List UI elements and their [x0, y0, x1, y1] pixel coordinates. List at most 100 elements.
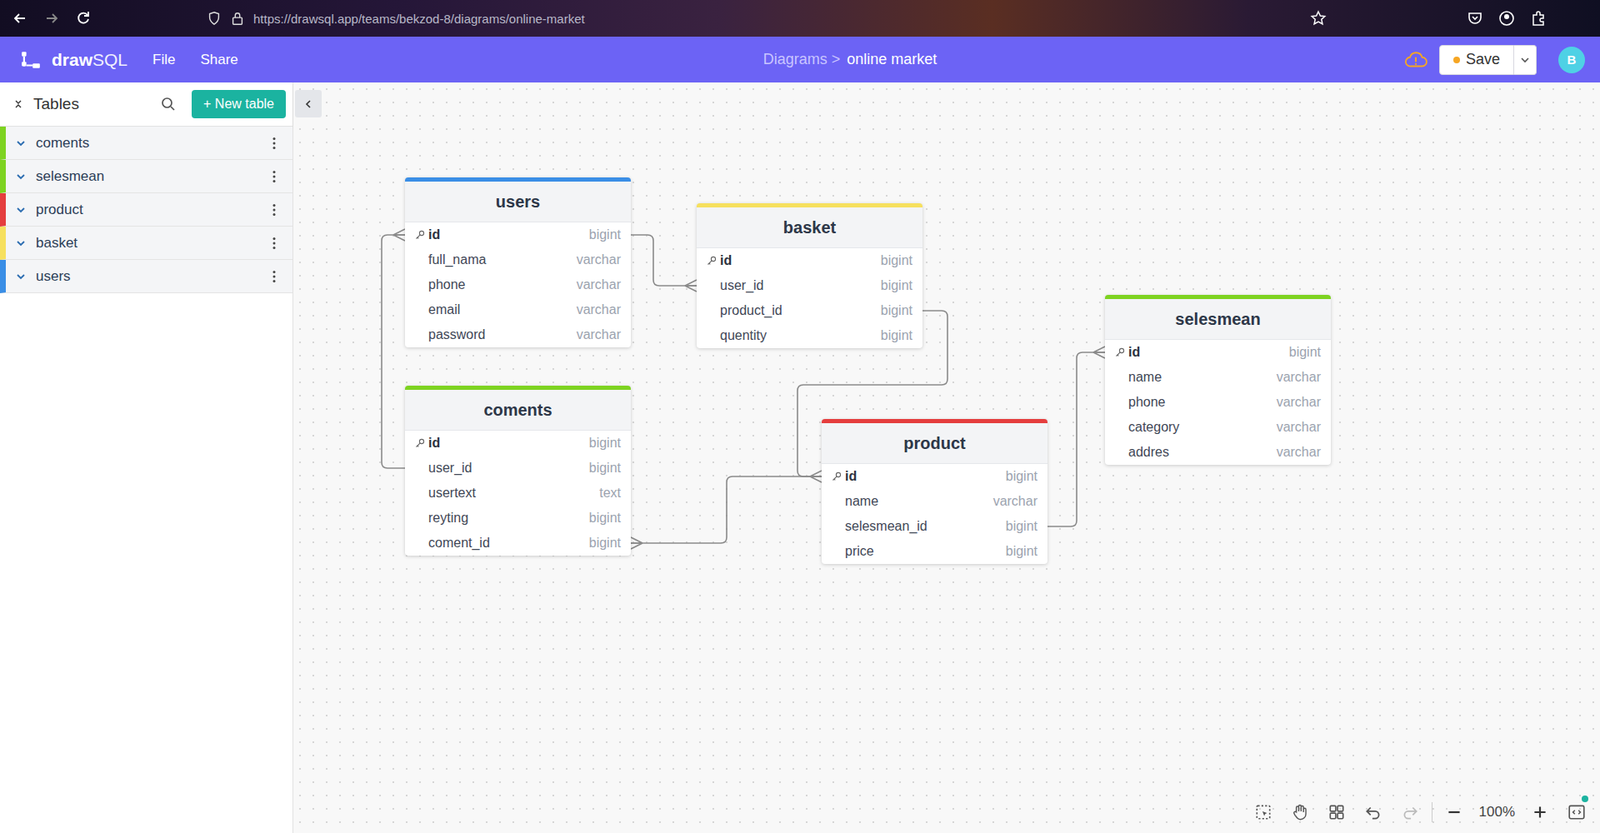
sidebar-table-item[interactable]: users [0, 260, 293, 294]
relation-line[interactable] [630, 476, 822, 550]
arrange-button[interactable] [1321, 797, 1352, 828]
table-node[interactable]: product id bigint name varchar selesmean… [821, 419, 1048, 565]
sidebar-table-name[interactable]: product [35, 201, 273, 219]
address-bar[interactable]: https://drawsql.app/teams/bekzod-8/diagr… [206, 10, 1295, 26]
relation-line[interactable] [1047, 346, 1105, 527]
column-row[interactable]: phone varchar [405, 272, 631, 298]
pan-tool-button[interactable] [1285, 797, 1315, 828]
column-type: bigint [589, 460, 621, 476]
relation-line[interactable] [630, 235, 697, 292]
table-node-header[interactable]: coments [405, 390, 631, 431]
code-view-button[interactable] [1561, 797, 1592, 828]
column-row[interactable]: id bigint [405, 222, 631, 248]
column-name: email [428, 302, 460, 318]
menu-item[interactable]: Share [200, 51, 238, 69]
sidebar-table-name[interactable]: selesmean [35, 168, 273, 185]
column-row[interactable]: addres varchar [1105, 440, 1331, 465]
table-node-header[interactable]: selesmean [1105, 299, 1331, 340]
chevron-down-icon[interactable] [15, 138, 26, 149]
new-table-button[interactable]: + New table [191, 90, 286, 119]
menu-item[interactable]: File [152, 51, 175, 69]
plus-icon [1530, 803, 1550, 822]
column-row[interactable]: email varchar [405, 297, 631, 323]
column-name: id [845, 469, 857, 485]
sidebar-table-item[interactable]: coments [0, 126, 293, 160]
more-options-icon[interactable] [272, 236, 276, 250]
table-node[interactable]: selesmean id bigint name varchar phone v… [1105, 295, 1331, 465]
table-node-header[interactable]: product [821, 423, 1048, 465]
column-row[interactable]: selesmean_id bigint [821, 514, 1048, 540]
sidebar-table-item[interactable]: selesmean [0, 160, 293, 194]
diagram-canvas[interactable]: users id bigint full_nama varchar phone … [293, 82, 1600, 833]
more-options-icon[interactable] [272, 203, 276, 217]
column-row[interactable]: id bigint [1105, 340, 1331, 365]
more-options-icon[interactable] [272, 170, 276, 184]
column-row[interactable]: name varchar [821, 489, 1048, 515]
undo-button[interactable] [1358, 797, 1389, 828]
column-row[interactable]: id bigint [696, 248, 923, 274]
column-row[interactable]: phone varchar [1105, 390, 1331, 415]
select-tool-button[interactable] [1248, 797, 1279, 828]
redo-icon [1400, 803, 1420, 822]
pocket-icon[interactable] [1466, 10, 1484, 27]
column-name: id [1128, 345, 1140, 360]
url-text[interactable]: https://drawsql.app/teams/bekzod-8/diagr… [253, 11, 585, 26]
zoom-out-button[interactable] [1439, 797, 1470, 828]
column-row[interactable]: product_id bigint [696, 298, 923, 324]
zoom-in-button[interactable] [1525, 797, 1555, 828]
collapse-all-icon[interactable] [13, 99, 24, 110]
sidebar-table-name[interactable]: users [35, 268, 273, 285]
chevron-down-icon[interactable] [15, 238, 26, 249]
collapse-sidebar-button[interactable] [295, 90, 322, 118]
column-row[interactable]: name varchar [1105, 365, 1331, 390]
logo[interactable]: drawSQL [20, 49, 128, 71]
save-button[interactable]: Save [1439, 45, 1515, 75]
column-row[interactable]: reyting bigint [405, 505, 631, 531]
column-type: text [599, 485, 621, 501]
column-row[interactable]: coment_id bigint [405, 530, 631, 556]
diagram-title[interactable]: online market [846, 50, 937, 69]
user-avatar[interactable]: B [1558, 46, 1585, 74]
chevron-down-icon[interactable] [15, 205, 26, 215]
chevron-down-icon[interactable] [15, 171, 26, 182]
zoom-level[interactable]: 100% [1475, 804, 1519, 821]
breadcrumb-parent[interactable]: Diagrams > [763, 50, 841, 69]
sidebar-table-name[interactable]: coments [35, 135, 273, 152]
column-row[interactable]: id bigint [821, 464, 1048, 490]
sidebar-table-item[interactable]: product [0, 193, 293, 227]
column-row[interactable]: user_id bigint [696, 273, 923, 299]
sidebar-table-item[interactable]: basket [0, 226, 293, 260]
extensions-icon[interactable] [1530, 10, 1547, 27]
column-row[interactable]: usertext text [405, 480, 631, 506]
status-dot [1581, 795, 1589, 803]
relation-line[interactable] [381, 229, 405, 469]
table-node-header[interactable]: basket [696, 207, 923, 249]
table-node[interactable]: basket id bigint user_id bigint product_… [696, 203, 923, 349]
column-row[interactable]: quentity bigint [696, 323, 923, 349]
more-options-icon[interactable] [272, 270, 276, 284]
reload-icon[interactable] [75, 10, 92, 27]
column-row[interactable]: category varchar [1105, 415, 1331, 440]
column-row[interactable]: id bigint [405, 430, 631, 456]
column-row[interactable]: full_nama varchar [405, 247, 631, 273]
sidebar-table-name[interactable]: basket [35, 235, 273, 252]
table-node[interactable]: users id bigint full_nama varchar phone … [405, 177, 631, 348]
column-name: id [428, 227, 440, 243]
column-type: bigint [1289, 345, 1321, 360]
column-row[interactable]: price bigint [821, 539, 1048, 565]
breadcrumb: Diagrams > online market [763, 50, 938, 69]
save-dropdown-button[interactable] [1514, 45, 1537, 75]
back-arrow-icon[interactable] [11, 10, 29, 27]
lock-icon [230, 10, 245, 26]
account-icon[interactable] [1498, 10, 1515, 27]
table-node-header[interactable]: users [405, 181, 631, 223]
column-row[interactable]: password varchar [405, 322, 631, 348]
column-row[interactable]: user_id bigint [405, 455, 631, 481]
search-icon[interactable] [160, 95, 177, 113]
cloud-warning-icon[interactable] [1404, 50, 1428, 70]
bookmark-star-icon[interactable] [1310, 10, 1327, 27]
table-node[interactable]: coments id bigint user_id bigint usertex… [405, 385, 631, 556]
column-type: varchar [993, 494, 1038, 510]
chevron-down-icon[interactable] [15, 271, 26, 282]
more-options-icon[interactable] [272, 136, 276, 150]
